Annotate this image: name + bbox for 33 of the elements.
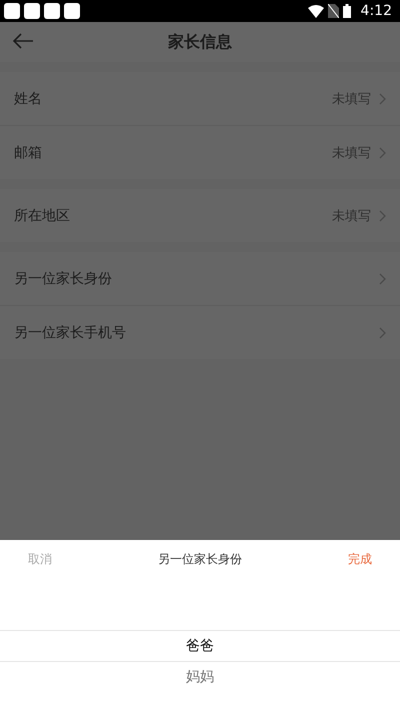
- notification-icon: [64, 3, 80, 19]
- picker-option[interactable]: 爸爸: [0, 630, 400, 662]
- chevron-right-icon: [379, 210, 386, 222]
- battery-icon: [342, 4, 351, 18]
- status-time: 4:12: [360, 3, 392, 19]
- page-title: 家长信息: [168, 32, 232, 52]
- chevron-right-icon: [379, 326, 386, 338]
- picker-option[interactable]: 妈妈: [0, 662, 400, 692]
- back-arrow-icon[interactable]: [12, 33, 34, 49]
- settings-row[interactable]: 另一位家长身份: [0, 252, 400, 305]
- notification-icon: [4, 3, 20, 19]
- row-label: 姓名: [14, 90, 43, 108]
- chevron-right-icon: [379, 92, 386, 104]
- wifi-icon: [308, 4, 324, 18]
- settings-row[interactable]: 邮箱 未填写: [0, 125, 400, 179]
- done-button[interactable]: 完成: [348, 550, 372, 568]
- settings-row[interactable]: 姓名 未填写: [0, 72, 400, 125]
- notification-icon: [24, 3, 40, 19]
- no-sim-icon: [328, 4, 339, 18]
- row-label: 邮箱: [14, 144, 43, 162]
- row-label: 另一位家长手机号: [14, 324, 127, 342]
- settings-row[interactable]: 另一位家长手机号: [0, 305, 400, 359]
- picker-title: 另一位家长身份: [158, 550, 242, 568]
- chevron-right-icon: [379, 146, 386, 158]
- cancel-button[interactable]: 取消: [28, 550, 52, 568]
- row-value: 未填写: [332, 144, 371, 162]
- notification-icon: [44, 3, 60, 19]
- row-value: 未填写: [332, 90, 371, 108]
- settings-row[interactable]: 所在地区 未填写: [0, 189, 400, 242]
- row-value: 未填写: [332, 208, 371, 224]
- row-label: 所在地区: [14, 206, 71, 224]
- chevron-right-icon: [379, 272, 386, 284]
- row-label: 另一位家长身份: [14, 270, 113, 288]
